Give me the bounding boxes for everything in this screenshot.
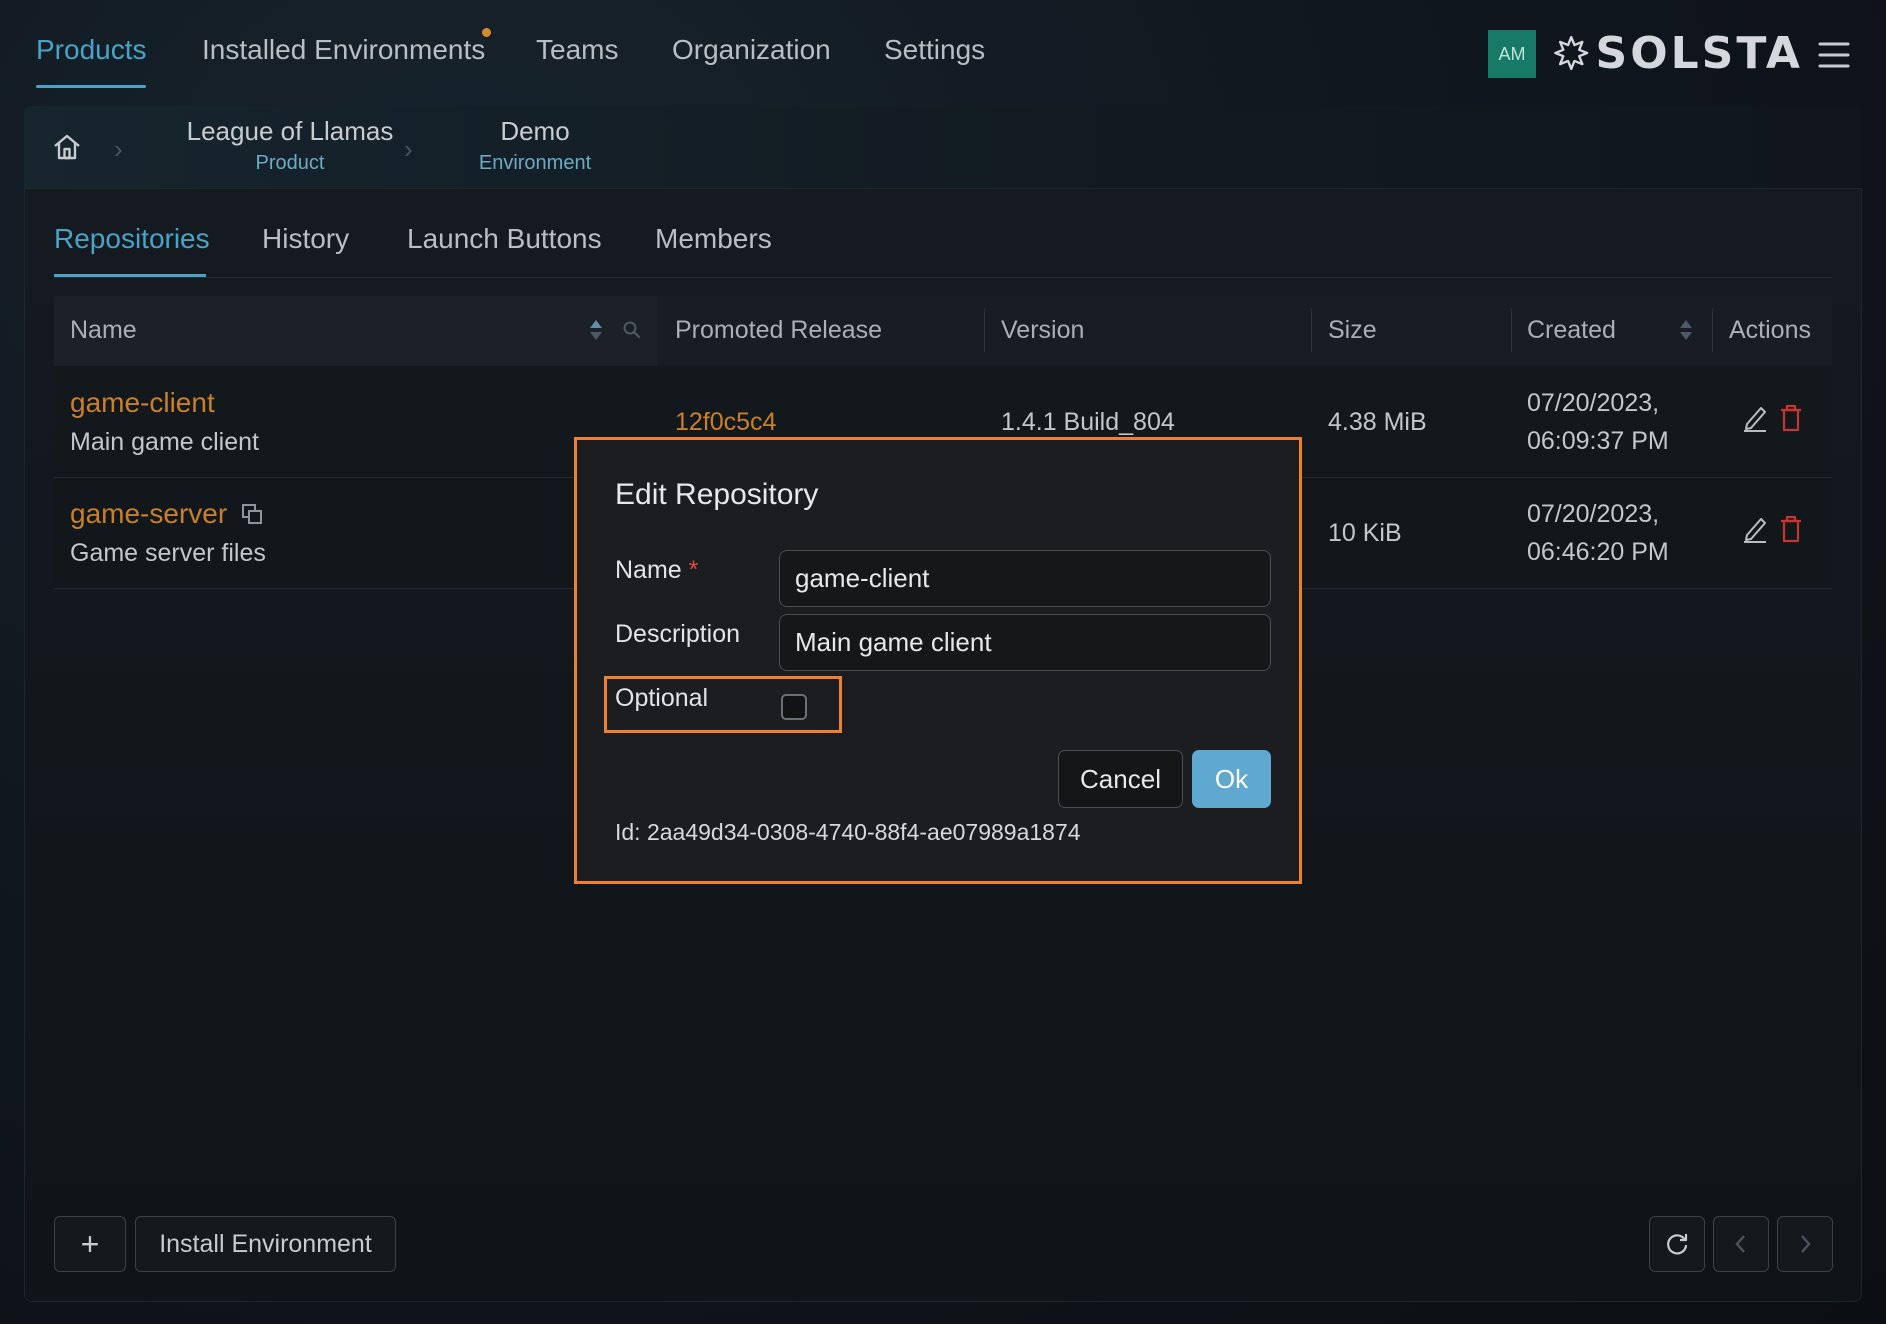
tab-history[interactable]: History [262, 223, 349, 255]
tab-repositories[interactable]: Repositories [54, 223, 210, 255]
name-label: Name * [615, 556, 698, 585]
sort-icon[interactable] [1678, 318, 1694, 342]
breadcrumb-product-title[interactable]: League of Llamas [166, 116, 414, 147]
repo-description: Main game client [70, 428, 259, 456]
tab-divider [54, 277, 1832, 278]
hamburger-icon[interactable] [1818, 40, 1850, 70]
header-created: Created [1527, 316, 1616, 344]
version-value: 1.4.1 Build_804 [1001, 408, 1175, 436]
tab-launch-buttons[interactable]: Launch Buttons [407, 223, 602, 255]
cancel-button[interactable]: Cancel [1058, 750, 1183, 808]
column-divider [1311, 308, 1312, 352]
breadcrumb-separator-icon: › [404, 134, 413, 164]
home-icon[interactable] [52, 132, 82, 162]
sort-icon[interactable] [588, 318, 604, 342]
chevron-right-icon [1801, 1235, 1811, 1253]
brand-name: SOLSTA [1595, 27, 1803, 79]
trash-icon[interactable] [1779, 404, 1803, 432]
active-subtab-indicator [54, 274, 206, 277]
repo-name-link[interactable]: game-client [70, 387, 215, 419]
trash-icon[interactable] [1779, 515, 1803, 543]
repository-id: Id: 2aa49d34-0308-4740-88f4-ae07989a1874 [615, 819, 1081, 845]
breadcrumb-environment-type: Environment [478, 152, 592, 174]
edit-icon[interactable] [1742, 404, 1768, 432]
header-name: Name [70, 316, 137, 344]
breadcrumb-environment-title[interactable]: Demo [444, 116, 626, 147]
repo-name-link[interactable]: game-server [70, 498, 227, 530]
header-promoted-release: Promoted Release [675, 316, 883, 344]
install-environment-button[interactable]: Install Environment [135, 1216, 396, 1272]
refresh-icon [1667, 1234, 1688, 1255]
add-button[interactable]: + [54, 1216, 126, 1272]
notification-dot [482, 28, 491, 37]
breadcrumb-product-type: Product [255, 152, 325, 174]
next-page-button[interactable] [1777, 1216, 1833, 1272]
name-column-header [54, 296, 658, 366]
search-icon[interactable] [622, 320, 642, 340]
nav-tab-organization[interactable]: Organization [672, 34, 831, 66]
description-label: Description [615, 620, 741, 648]
ok-button[interactable]: Ok [1192, 750, 1271, 808]
column-divider [1712, 308, 1713, 352]
repo-description: Game server files [70, 539, 266, 567]
breadcrumb: › League of Llamas Product › Demo Enviro… [24, 106, 1862, 188]
nav-tab-products[interactable]: Products [36, 34, 147, 66]
optional-checkbox[interactable] [781, 694, 807, 720]
nav-tab-installed-environments[interactable]: Installed Environments [202, 34, 485, 66]
size-value: 4.38 MiB [1328, 408, 1427, 436]
created-date-line: 07/20/2023, [1527, 389, 1660, 417]
required-mark: * [688, 556, 699, 584]
nav-tab-teams[interactable]: Teams [536, 34, 618, 66]
name-input[interactable] [779, 550, 1271, 607]
solsta-logo: SOLSTA [1553, 27, 1803, 79]
column-divider [1511, 308, 1512, 352]
name-label-text: Name [615, 556, 682, 584]
chevron-left-icon [1735, 1235, 1745, 1253]
size-value: 10 KiB [1328, 519, 1402, 547]
previous-page-button[interactable] [1713, 1216, 1769, 1272]
created-date-line: 07/20/2023, [1527, 500, 1660, 528]
nav-tab-settings[interactable]: Settings [884, 34, 985, 66]
description-input[interactable] [779, 614, 1271, 671]
header-actions: Actions [1729, 316, 1811, 344]
column-divider [984, 308, 985, 352]
tab-members[interactable]: Members [655, 223, 772, 255]
top-navigation: Products Installed Environments Teams Or… [0, 0, 1886, 100]
header-size: Size [1328, 316, 1377, 344]
copy-icon[interactable] [240, 502, 264, 526]
user-avatar[interactable]: AM [1488, 30, 1536, 78]
edit-icon[interactable] [1742, 515, 1768, 543]
refresh-button[interactable] [1649, 1216, 1705, 1272]
header-version: Version [1001, 316, 1085, 344]
created-date: 07/20/2023, 06:09:37 PM [1527, 384, 1669, 460]
active-tab-indicator [36, 85, 146, 88]
dialog-title: Edit Repository [615, 478, 819, 511]
breadcrumb-separator-icon: › [114, 134, 123, 164]
created-time-line: 06:46:20 PM [1527, 538, 1669, 566]
optional-label: Optional [615, 684, 709, 712]
created-time-line: 06:09:37 PM [1527, 427, 1669, 455]
logo-mark-icon [1554, 35, 1589, 71]
created-date: 07/20/2023, 06:46:20 PM [1527, 495, 1669, 571]
promoted-release-link[interactable]: 12f0c5c4 [675, 408, 776, 437]
